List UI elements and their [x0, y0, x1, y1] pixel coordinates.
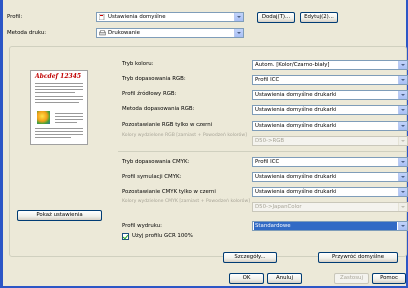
chevron-down-icon [398, 158, 407, 166]
cmyk-pure-black-label: Pozostawianie CMYK tylko w czerni [122, 189, 216, 195]
cmyk-simulation-profile-select[interactable]: Ustawienia domyślne drukarki [252, 172, 408, 182]
rgb-spot-colors-label: Kolory wydzielone RGB [zamiast + Powodze… [122, 133, 247, 138]
chevron-down-icon [398, 76, 407, 84]
print-preview: Abcdef 12345 [30, 70, 88, 145]
rgb-source-profile-label: Profil źródłowy RGB: [122, 91, 177, 97]
chevron-down-icon [398, 188, 407, 196]
rgb-pure-black-value: Ustawienia domyślne drukarki [255, 123, 337, 129]
color-mode-label: Tryb koloru: [122, 61, 154, 67]
profile-label: Profil: [7, 14, 23, 20]
rgb-pure-black-label: Pozostawianie RGB tylko w czerni [122, 122, 213, 128]
cmyk-pure-black-select[interactable]: Ustawienia domyślne drukarki [252, 187, 408, 197]
rgb-source-profile-value: Ustawienia domyślne drukarki [255, 92, 337, 98]
restore-defaults-button[interactable]: Przywróć domyślne [318, 252, 398, 263]
rgb-matching-mode-select[interactable]: Profil ICC [252, 75, 408, 85]
chevron-down-icon [234, 13, 243, 21]
chevron-down-icon [398, 61, 407, 69]
ok-button[interactable]: OK [229, 273, 264, 284]
chevron-down-icon [398, 122, 407, 130]
color-mode-value: Autom. [Kolor/Czarno-biały] [255, 62, 330, 68]
cmyk-matching-mode-select[interactable]: Profil ICC [252, 157, 408, 167]
cmyk-spot-colors-select: D50->JapanColor [252, 202, 408, 212]
cmyk-matching-mode-label: Tryb dopasowania CMYK: [122, 159, 190, 165]
chevron-down-icon [398, 222, 407, 230]
cmyk-simulation-profile-label: Profil symulacji CMYK: [122, 174, 182, 180]
chevron-down-icon [234, 29, 243, 37]
rgb-spot-colors-select: D50->RGB [252, 136, 408, 146]
rgb-matching-mode-value: Profil ICC [255, 77, 280, 83]
details-button[interactable]: Szczegóły... [223, 252, 277, 263]
print-method-select[interactable]: Drukowanie [96, 28, 244, 38]
edit-profile-button[interactable]: Edytuj(2)... [300, 12, 338, 23]
output-profile-select[interactable]: Standardowe [252, 221, 408, 231]
cmyk-simulation-profile-value: Ustawienia domyślne drukarki [255, 174, 337, 180]
chevron-down-icon [398, 173, 407, 181]
section-divider [118, 151, 406, 152]
profile-icon [98, 13, 105, 21]
cancel-button[interactable]: Anuluj [267, 273, 302, 284]
rgb-matching-method-label: Metoda dopasowania RGB: [122, 106, 195, 112]
add-profile-button[interactable]: Dodaj(T)... [257, 12, 295, 23]
rgb-spot-colors-value: D50->RGB [255, 138, 285, 144]
output-profile-value: Standardowe [254, 222, 397, 230]
output-profile-label: Profil wydruku: [122, 223, 163, 229]
chevron-down-icon [398, 203, 407, 211]
rgb-source-profile-select[interactable]: Ustawienia domyślne drukarki [252, 90, 408, 100]
cmyk-matching-mode-value: Profil ICC [255, 159, 280, 165]
rgb-matching-mode-label: Tryb dopasowania RGB: [122, 76, 186, 82]
window-border-left [0, 0, 3, 288]
printer-color-dialog: Profil: Ustawienia domyślne Dodaj(T)... … [0, 0, 408, 288]
rgb-matching-method-select[interactable]: Ustawienia domyślne drukarki [252, 105, 408, 115]
print-method-label: Metoda druku: [7, 30, 47, 36]
chevron-down-icon [398, 106, 407, 114]
rgb-matching-method-value: Ustawienia domyślne drukarki [255, 107, 337, 113]
rgb-pure-black-select[interactable]: Ustawienia domyślne drukarki [252, 121, 408, 131]
print-method-value: Drukowanie [108, 30, 140, 36]
gcr-checkbox[interactable] [122, 233, 129, 240]
chevron-down-icon [398, 137, 407, 145]
printer-icon [99, 30, 106, 36]
gcr-label: Użyj profilu GCR 100% [132, 233, 193, 239]
show-settings-button[interactable]: Pokaż ustawienia [17, 210, 102, 221]
cmyk-spot-colors-label: Kolory wydzielone CMYK [zamiast + Powodz… [122, 199, 250, 204]
color-mode-select[interactable]: Autom. [Kolor/Czarno-biały] [252, 60, 408, 70]
cmyk-spot-colors-value: D50->JapanColor [255, 204, 302, 210]
apply-button: Zastosuj [334, 273, 369, 284]
preview-heading: Abcdef 12345 [35, 73, 82, 80]
chevron-down-icon [398, 91, 407, 99]
help-button[interactable]: Pomoc [372, 273, 406, 284]
profile-select[interactable]: Ustawienia domyślne [96, 12, 244, 22]
profile-value: Ustawienia domyślne [108, 14, 166, 20]
preview-image [37, 111, 50, 124]
cmyk-pure-black-value: Ustawienia domyślne drukarki [255, 189, 337, 195]
